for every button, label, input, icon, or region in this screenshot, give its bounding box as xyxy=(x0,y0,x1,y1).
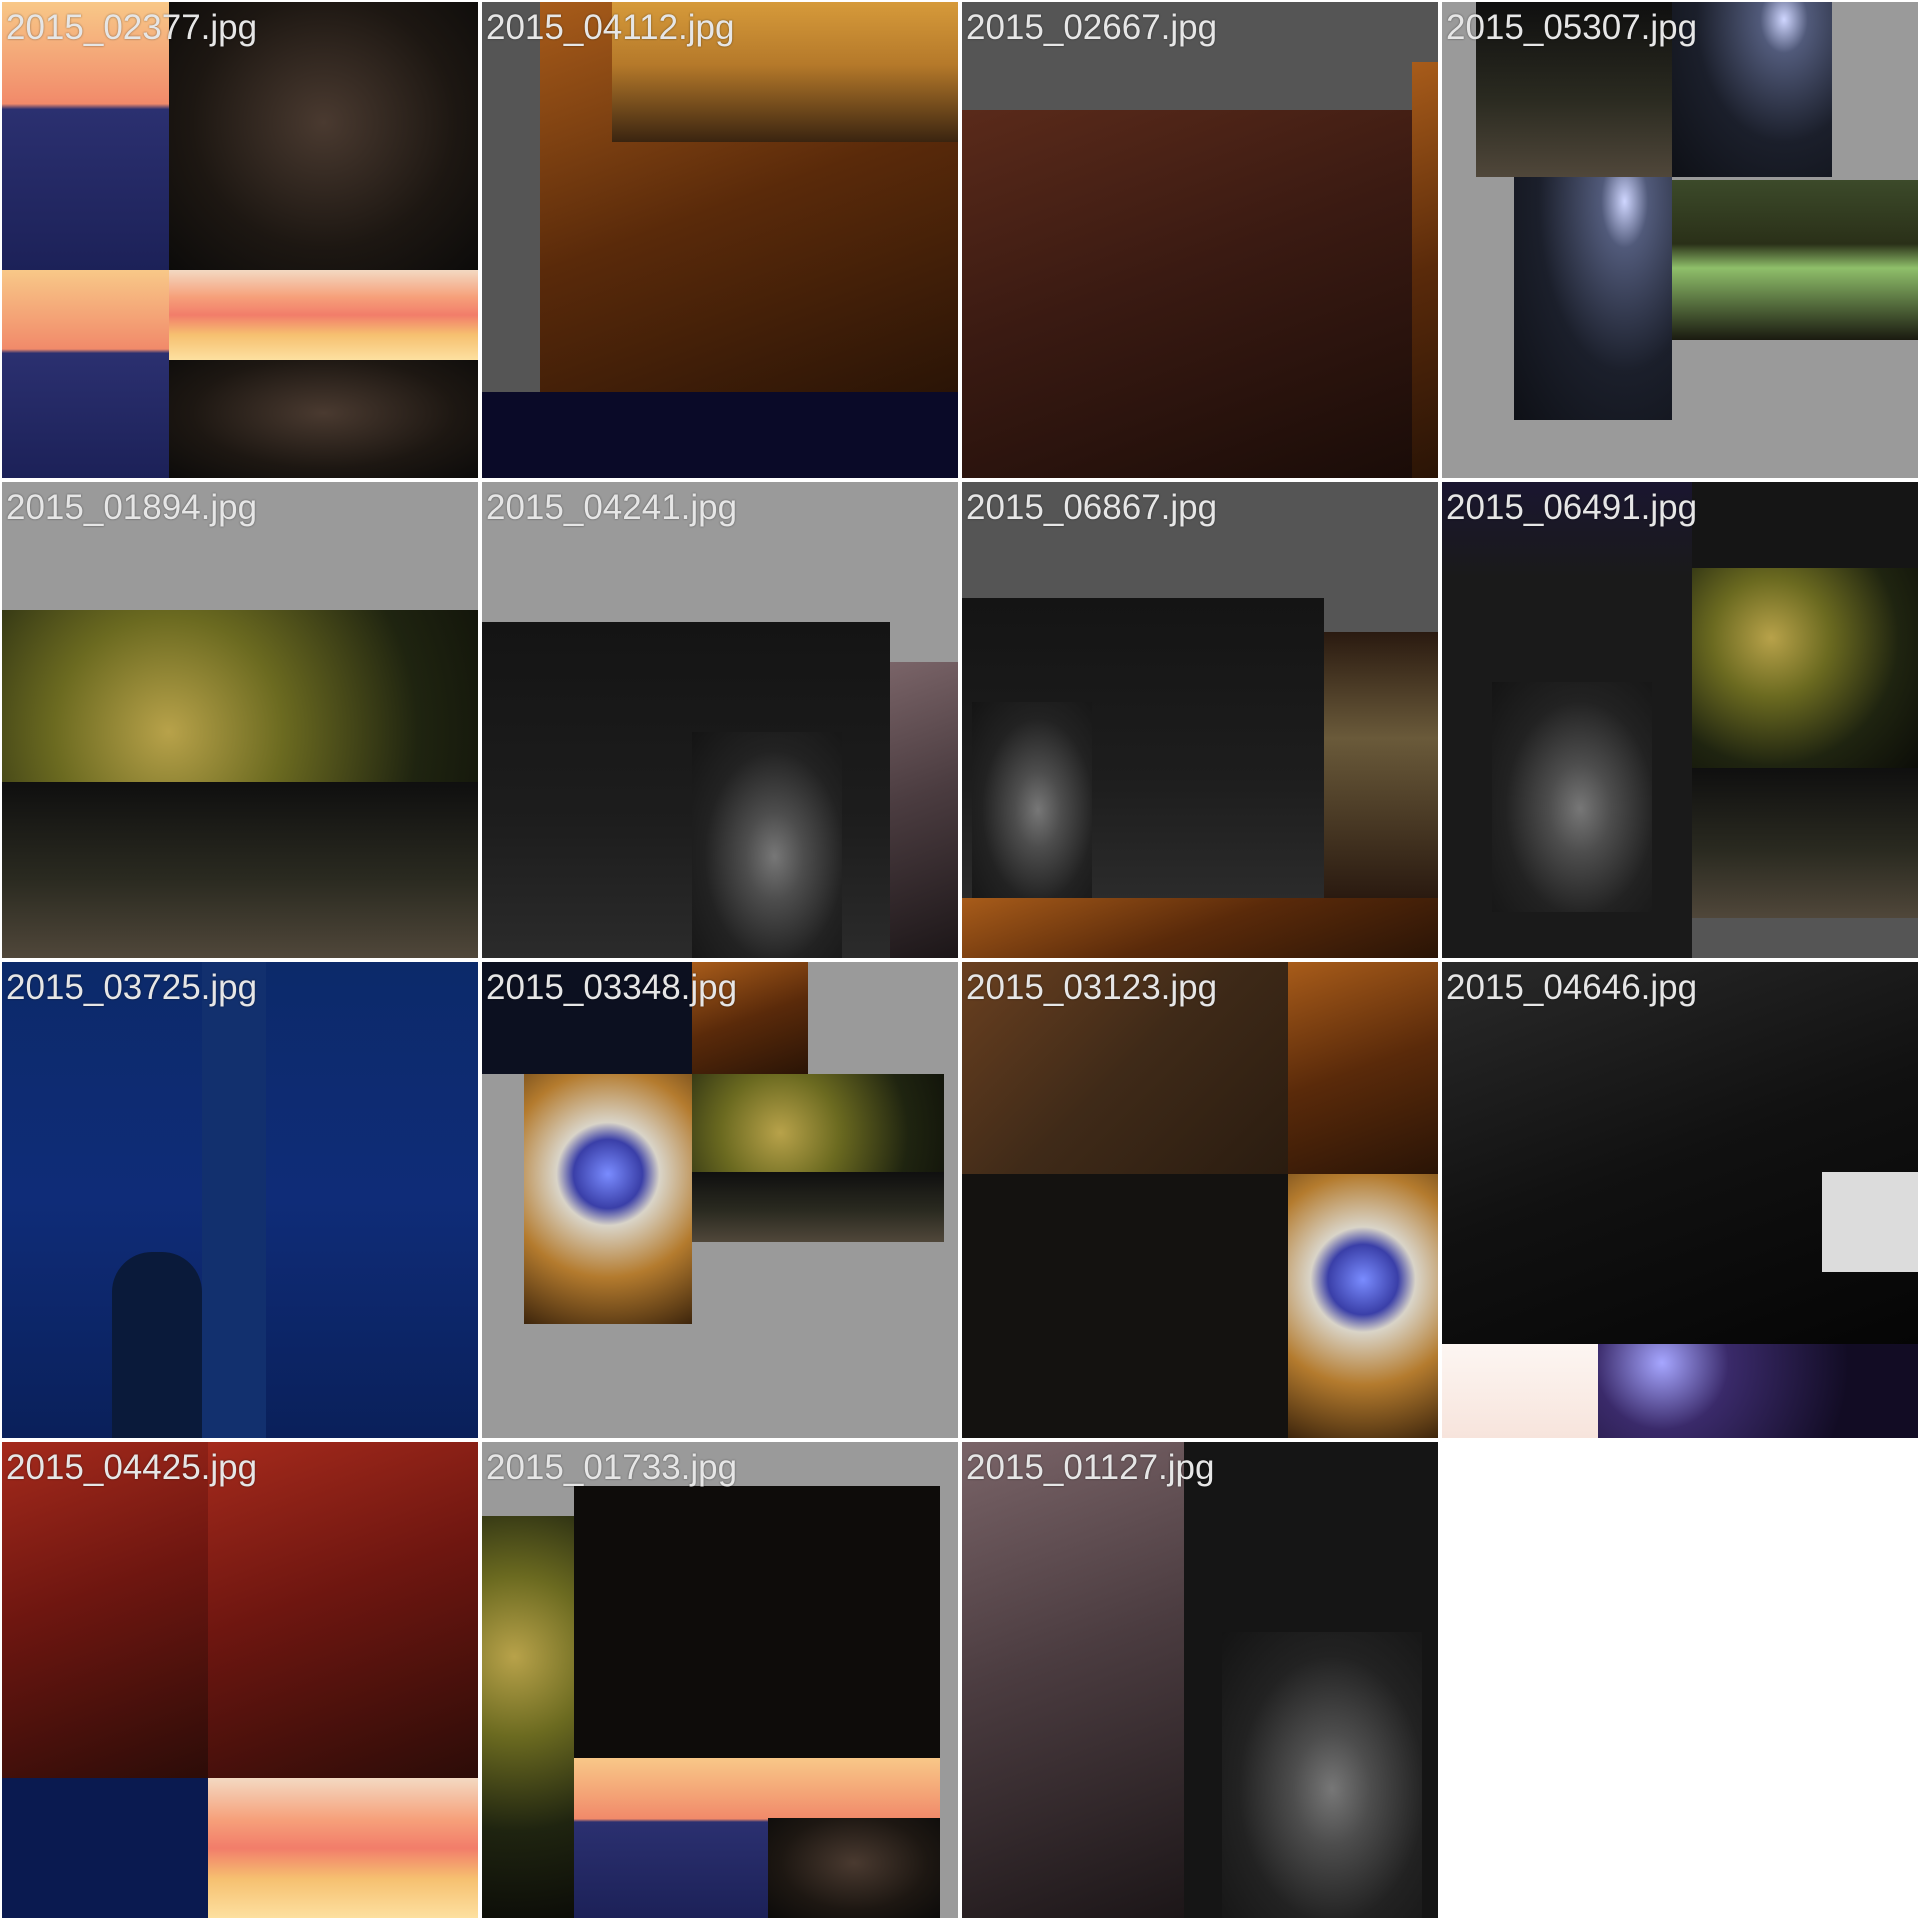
image-fragment xyxy=(482,1516,574,1918)
thumbnail-filename: 2015_03123.jpg xyxy=(966,968,1218,1007)
thumbnail-filename: 2015_01733.jpg xyxy=(486,1448,738,1487)
thumbnail-grid: 2015_02377.jpg 2015_04112.jpg 2015_02667… xyxy=(0,0,1920,1920)
thumbnail-filename: 2015_04425.jpg xyxy=(6,1448,258,1487)
image-fragment xyxy=(1692,768,1918,918)
thumbnail-tile[interactable]: 2015_06867.jpg xyxy=(962,482,1438,958)
thumbnail-filename: 2015_06867.jpg xyxy=(966,488,1218,527)
thumbnail-tile[interactable]: 2015_04112.jpg xyxy=(482,2,958,478)
image-fragment xyxy=(208,1778,478,1918)
image-fragment xyxy=(1514,177,1672,420)
image-fragment xyxy=(962,898,1438,958)
thumbnail-tile[interactable]: 2015_04425.jpg xyxy=(2,1442,478,1918)
image-fragment xyxy=(692,1172,944,1242)
image-fragment xyxy=(962,1174,1288,1438)
image-fragment xyxy=(1412,62,1438,478)
image-fragment xyxy=(1692,568,1918,768)
image-fragment xyxy=(2,1442,208,1778)
image-fragment xyxy=(202,962,266,1438)
image-fragment xyxy=(962,110,1412,478)
image-fragment xyxy=(972,702,1092,898)
thumbnail-tile[interactable]: 2015_02667.jpg xyxy=(962,2,1438,478)
thumbnail-tile[interactable]: 2015_05307.jpg xyxy=(1442,2,1918,478)
thumbnail-tile[interactable]: 2015_03725.jpg xyxy=(2,962,478,1438)
image-fragment xyxy=(1492,682,1652,912)
thumbnail-filename: 2015_02667.jpg xyxy=(966,8,1218,47)
thumbnail-tile[interactable]: 2015_02377.jpg xyxy=(2,2,478,478)
image-fragment xyxy=(2,1778,208,1918)
image-fragment xyxy=(2,270,169,478)
image-fragment xyxy=(768,1818,940,1918)
image-fragment xyxy=(1324,632,1438,898)
image-fragment xyxy=(692,732,842,958)
thumbnail-filename: 2015_04241.jpg xyxy=(486,488,738,527)
thumbnail-filename: 2015_01127.jpg xyxy=(966,1448,1215,1487)
thumbnail-filename: 2015_04646.jpg xyxy=(1446,968,1698,1007)
thumbnail-tile[interactable]: 2015_06491.jpg xyxy=(1442,482,1918,958)
image-fragment xyxy=(1288,1174,1438,1438)
thumbnail-filename: 2015_01894.jpg xyxy=(6,488,258,527)
image-fragment xyxy=(1288,962,1438,1174)
image-fragment xyxy=(1442,962,1918,1344)
image-fragment xyxy=(482,392,958,478)
thumbnail-tile[interactable]: 2015_01733.jpg xyxy=(482,1442,958,1918)
image-fragment xyxy=(112,1252,202,1438)
image-fragment xyxy=(2,782,478,958)
image-fragment xyxy=(962,1442,1184,1918)
thumbnail-filename: 2015_06491.jpg xyxy=(1446,488,1698,527)
image-fragment xyxy=(1822,1172,1918,1272)
thumbnail-tile[interactable]: 2015_01894.jpg xyxy=(2,482,478,958)
image-fragment xyxy=(1692,482,1918,568)
image-fragment xyxy=(169,270,478,360)
image-fragment xyxy=(1672,180,1918,340)
thumbnail-filename: 2015_04112.jpg xyxy=(486,8,735,47)
thumbnail-tile[interactable]: 2015_04241.jpg xyxy=(482,482,958,958)
image-fragment xyxy=(169,360,478,478)
thumbnail-tile[interactable]: 2015_03123.jpg xyxy=(962,962,1438,1438)
thumbnail-tile[interactable]: 2015_01127.jpg xyxy=(962,1442,1438,1918)
thumbnail-filename: 2015_03725.jpg xyxy=(6,968,258,1007)
image-fragment xyxy=(1442,1344,1598,1438)
thumbnail-filename: 2015_05307.jpg xyxy=(1446,8,1698,47)
thumbnail-tile[interactable]: 2015_03348.jpg xyxy=(482,962,958,1438)
image-fragment xyxy=(574,1486,940,1758)
image-fragment xyxy=(1222,1632,1422,1918)
thumbnail-filename: 2015_02377.jpg xyxy=(6,8,258,47)
image-fragment xyxy=(890,662,958,958)
thumbnail-tile[interactable]: 2015_04646.jpg xyxy=(1442,962,1918,1438)
image-fragment xyxy=(524,1074,692,1324)
thumbnail-filename: 2015_03348.jpg xyxy=(486,968,738,1007)
image-fragment xyxy=(208,1442,478,1778)
image-fragment xyxy=(1598,1344,1918,1438)
